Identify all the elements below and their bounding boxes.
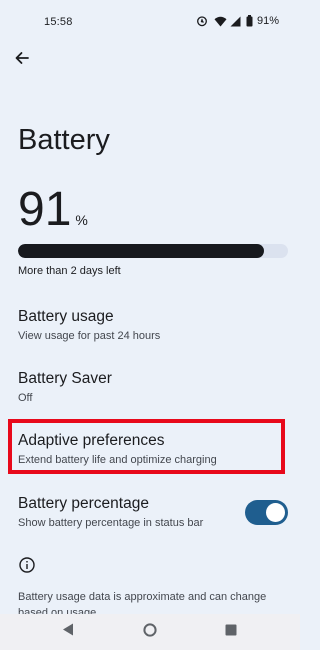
battery-saver-subtitle: Off: [18, 392, 33, 404]
navigation-bar: [0, 614, 300, 650]
battery-level-bar-fill: [18, 244, 264, 258]
wifi-icon: [214, 16, 227, 27]
signal-icon: [230, 16, 241, 27]
toggle-knob: [266, 503, 285, 522]
back-button[interactable]: [8, 46, 36, 74]
battery-icon: [246, 15, 253, 27]
battery-percentage-toggle[interactable]: [245, 500, 288, 525]
info-icon: [18, 556, 36, 574]
back-triangle-icon: [62, 623, 74, 641]
arrow-back-icon: [14, 50, 30, 71]
nav-home-button[interactable]: [141, 622, 159, 642]
battery-time-remaining: More than 2 days left: [18, 265, 121, 277]
battery-percentage-title: Battery percentage: [18, 495, 149, 512]
status-bar: 15:58 91%: [0, 0, 300, 40]
battery-usage-title: Battery usage: [18, 308, 114, 325]
status-time: 15:58: [44, 16, 73, 28]
alarm-icon: [196, 15, 208, 27]
battery-level-value: 91: [18, 183, 72, 236]
nav-back-button[interactable]: [59, 623, 77, 641]
battery-saver-title: Battery Saver: [18, 370, 112, 387]
status-battery-percent: 91%: [256, 15, 279, 27]
battery-level: 91 %: [18, 182, 88, 238]
nav-recents-button[interactable]: [222, 623, 240, 641]
recents-square-icon: [225, 623, 237, 641]
battery-percentage-subtitle: Show battery percentage in status bar: [18, 517, 204, 529]
highlight-box: [8, 419, 285, 474]
battery-usage-subtitle: View usage for past 24 hours: [18, 330, 161, 342]
battery-level-unit: %: [75, 212, 88, 228]
status-icons: 91%: [196, 14, 279, 28]
battery-saver-item[interactable]: Battery Saver Off: [0, 362, 300, 412]
battery-level-bar: [18, 244, 288, 258]
home-circle-icon: [143, 622, 157, 642]
page-title: Battery: [18, 124, 110, 156]
battery-usage-item[interactable]: Battery usage View usage for past 24 hou…: [0, 300, 300, 350]
